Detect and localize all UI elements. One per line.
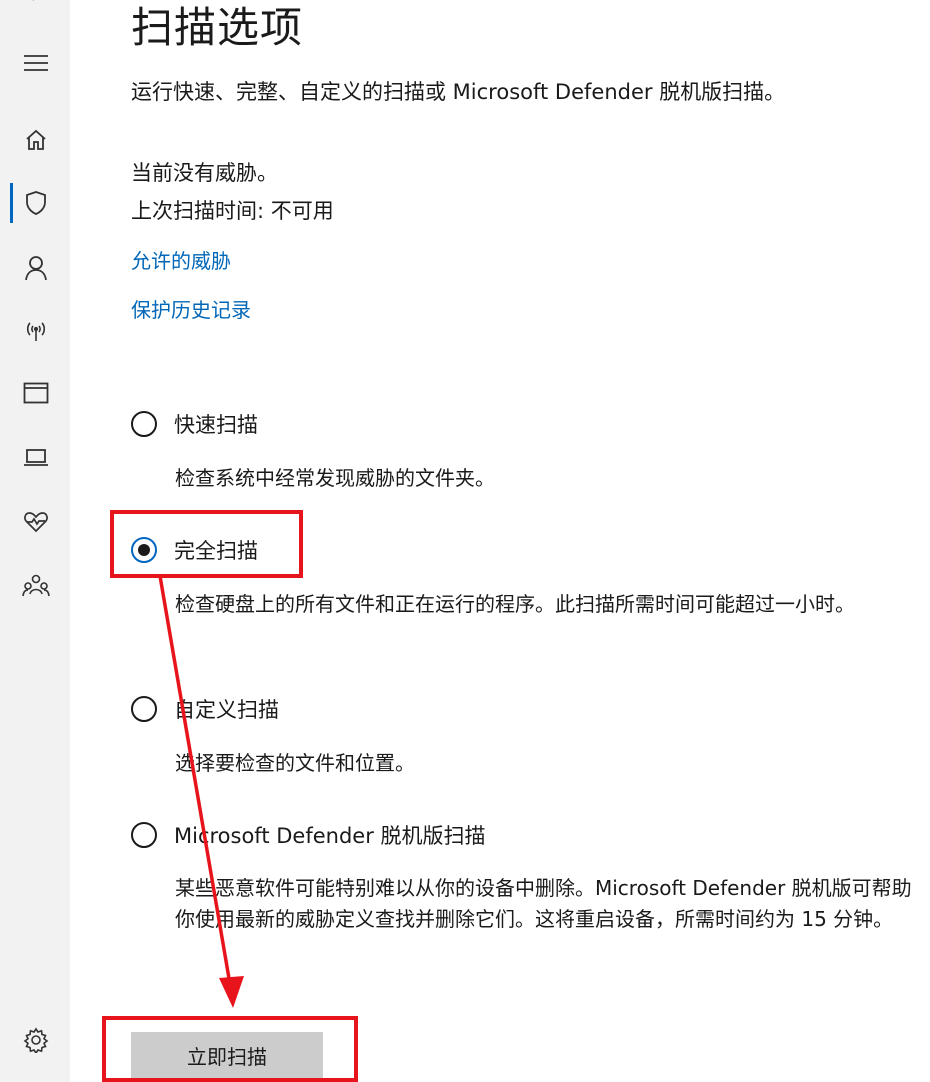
custom-scan-option[interactable]: 自定义扫描 <box>131 694 279 724</box>
laptop-icon[interactable] <box>12 438 60 478</box>
last-scan-text: 上次扫描时间: 不可用 <box>131 199 334 223</box>
threat-status-text: 当前没有威胁。 <box>131 161 278 185</box>
quick-scan-option[interactable]: 快速扫描 <box>131 409 258 439</box>
quick-scan-label: 快速扫描 <box>174 413 258 437</box>
quick-scan-description: 检查系统中经常发现威胁的文件夹。 <box>175 466 495 490</box>
offline-scan-description: 某些恶意软件可能特别难以从你的设备中删除。Microsoft Defender … <box>175 876 912 931</box>
offline-scan-label: Microsoft Defender 脱机版扫描 <box>174 824 486 848</box>
quick-scan-radio[interactable] <box>131 411 157 437</box>
page-subtitle: 运行快速、完整、自定义的扫描或 Microsoft Defender 脱机版扫描… <box>131 80 786 104</box>
shield-icon[interactable] <box>12 183 60 223</box>
gear-icon[interactable] <box>12 1020 60 1060</box>
defender-scan-options-window: ‹ 扫描选项 <box>0 0 930 1082</box>
person-icon[interactable] <box>12 248 60 288</box>
highlight-box-full-scan <box>110 510 303 578</box>
protection-history-link[interactable]: 保护历史记录 <box>131 294 251 323</box>
hamburger-menu-icon[interactable] <box>12 43 60 83</box>
home-icon[interactable] <box>12 120 60 160</box>
highlight-box-scan-button <box>102 1016 358 1082</box>
custom-scan-description: 选择要检查的文件和位置。 <box>175 751 415 775</box>
sidebar: ‹ <box>0 0 70 1082</box>
heart-pulse-icon[interactable] <box>12 502 60 542</box>
custom-scan-label: 自定义扫描 <box>174 698 279 722</box>
allowed-threats-link[interactable]: 允许的威胁 <box>131 245 231 274</box>
full-scan-description: 检查硬盘上的所有文件和正在运行的程序。此扫描所需时间可能超过一小时。 <box>175 592 855 616</box>
custom-scan-radio[interactable] <box>131 696 157 722</box>
browser-window-icon[interactable] <box>12 373 60 413</box>
page-title: 扫描选项 <box>131 3 304 52</box>
back-arrow-icon[interactable]: ‹ <box>28 0 35 7</box>
offline-scan-option[interactable]: Microsoft Defender 脱机版扫描 <box>131 820 486 850</box>
wifi-antenna-icon[interactable] <box>12 310 60 350</box>
offline-scan-radio[interactable] <box>131 822 157 848</box>
family-icon[interactable] <box>12 566 60 606</box>
